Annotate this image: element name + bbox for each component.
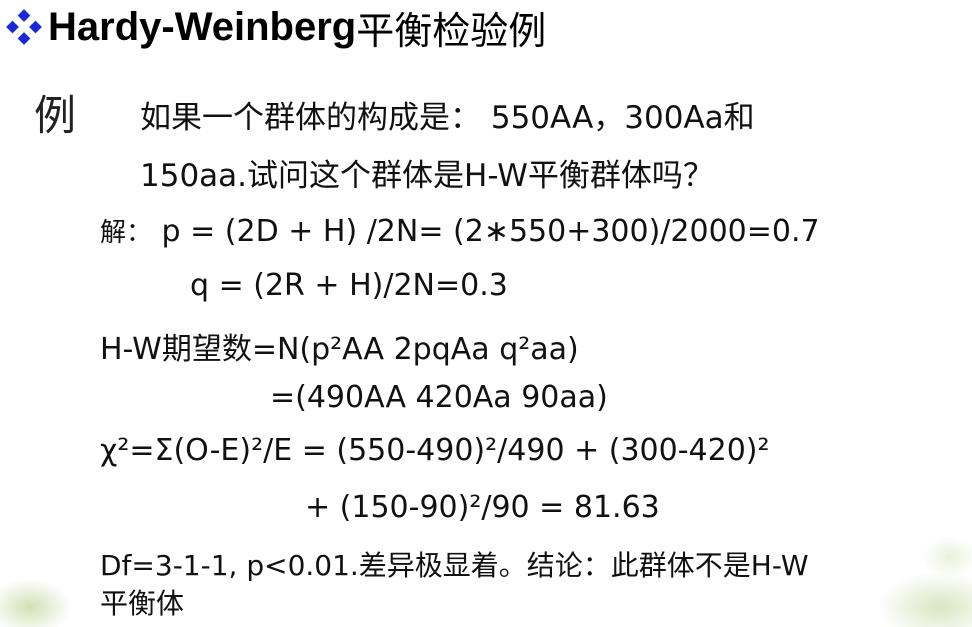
question-line-2: 150aa.试问这个群体是H-W平衡群体吗？ (140, 158, 714, 194)
title-english: Hardy-Weinberg (48, 4, 357, 49)
example-label: 例 (34, 91, 77, 140)
solution-line-7: Df=3-1-1, p<0.01.差异极显着。结论：此群体不是H-W (100, 549, 809, 582)
solution-line-2: q = (2R + H)/2N=0.3 (190, 268, 508, 303)
solution-line-5: χ²=Σ(O-E)²/E = (550-490)²/490 + (300-420… (100, 433, 770, 468)
title-chinese: 平衡检验例 (356, 8, 547, 53)
solution-line-3: H-W期望数=N(p²AA 2pqAa q²aa) (100, 332, 579, 367)
question-line-1: 如果一个群体的构成是： 550AA，300Aa和 (140, 100, 755, 136)
solution-line-6: + (150-90)²/90 = 81.63 (305, 490, 660, 525)
solution-line-4: =(490AA 420Aa 90aa) (270, 380, 608, 415)
slide-title: Hardy-Weinberg 平衡检验例 (6, 2, 547, 53)
solution-line-8: 平衡体 (100, 587, 185, 620)
solution-label: 解： (100, 218, 153, 248)
solution-formula-p: p = (2D + H) /2N= (2∗550+300)/2000=0.7 (152, 214, 820, 249)
solution-line-1: 解： p = (2D + H) /2N= (2∗550+300)/2000=0.… (100, 212, 820, 249)
diamond-bullet-icon (6, 9, 42, 45)
